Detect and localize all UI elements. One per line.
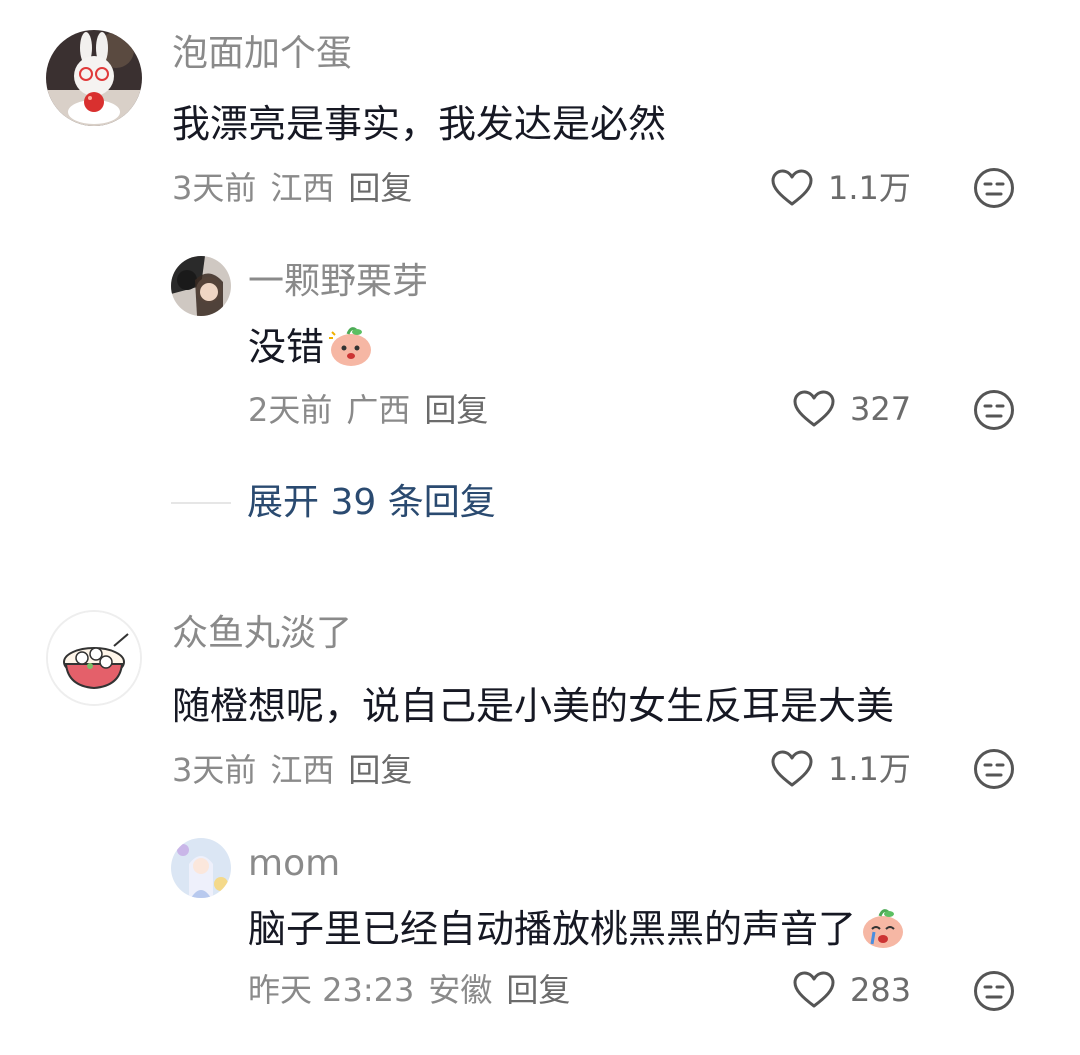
- heart-icon: [771, 750, 813, 787]
- dislike-face-icon[interactable]: [973, 970, 1015, 1012]
- reply-button[interactable]: 回复: [348, 751, 412, 789]
- dislike-face-icon[interactable]: [973, 748, 1015, 790]
- dislike-face-icon[interactable]: [973, 389, 1015, 431]
- expand-replies-label: 展开 39 条回复: [247, 482, 496, 523]
- reply-button[interactable]: 回复: [506, 971, 570, 1009]
- heart-icon: [793, 390, 835, 427]
- reply-location: 安徽: [428, 971, 493, 1009]
- comment-text: 我漂亮是事实，我发达是必然: [172, 102, 667, 146]
- like-button[interactable]: 1.1万: [770, 166, 911, 210]
- peach-crying-emoji-icon: [858, 904, 908, 961]
- comment-location: 江西: [270, 751, 335, 789]
- reply-avatar[interactable]: [171, 838, 231, 898]
- like-count: 327: [850, 390, 912, 428]
- like-count: 283: [850, 971, 912, 1009]
- reply-text: 脑子里已经自动播放桃黑黑的声音了: [248, 904, 908, 961]
- avatar[interactable]: [46, 30, 142, 126]
- avatar-bunny-image: [46, 30, 142, 126]
- expand-replies[interactable]: 展开 39 条回复: [171, 478, 496, 528]
- comment-time: 3天前: [172, 751, 257, 789]
- like-button[interactable]: 327: [792, 387, 911, 431]
- commenter-name[interactable]: 众鱼丸淡了: [172, 612, 352, 656]
- peach-emoji-icon: [326, 322, 376, 379]
- reply-commenter-name[interactable]: mom: [248, 842, 340, 886]
- comment-location: 江西: [270, 169, 335, 207]
- comment-text: 随橙想呢，说自己是小美的女生反耳是大美: [172, 684, 895, 728]
- avatar-fishball-bowl-image: [48, 612, 140, 704]
- reply-location: 广西: [346, 391, 411, 429]
- heart-icon: [793, 971, 835, 1008]
- like-count: 1.1万: [828, 750, 911, 788]
- heart-icon: [771, 169, 813, 206]
- reply-avatar[interactable]: [171, 256, 231, 316]
- like-count: 1.1万: [828, 169, 911, 207]
- reply-commenter-name[interactable]: 一颗野栗芽: [248, 260, 428, 304]
- like-button[interactable]: 283: [792, 968, 911, 1012]
- comment-meta: 3天前 江西 回复: [172, 168, 426, 208]
- reply-time: 昨天 23:23: [248, 971, 415, 1009]
- reply-time: 2天前: [248, 391, 333, 429]
- like-button[interactable]: 1.1万: [770, 747, 911, 791]
- reply-text: 没错: [248, 322, 376, 379]
- avatar-girl-cat-image: [171, 256, 231, 316]
- comment-meta: 3天前 江西 回复: [172, 750, 426, 790]
- reply-meta: 2天前 广西 回复: [248, 390, 502, 430]
- avatar-anime-girl-image: [171, 838, 231, 898]
- comment-time: 3天前: [172, 169, 257, 207]
- reply-button[interactable]: 回复: [424, 391, 488, 429]
- dislike-face-icon[interactable]: [973, 167, 1015, 209]
- commenter-name[interactable]: 泡面加个蛋: [172, 32, 352, 76]
- divider: [171, 502, 231, 504]
- avatar[interactable]: [46, 610, 142, 706]
- reply-meta: 昨天 23:23 安徽 回复: [248, 970, 584, 1010]
- reply-button[interactable]: 回复: [348, 169, 412, 207]
